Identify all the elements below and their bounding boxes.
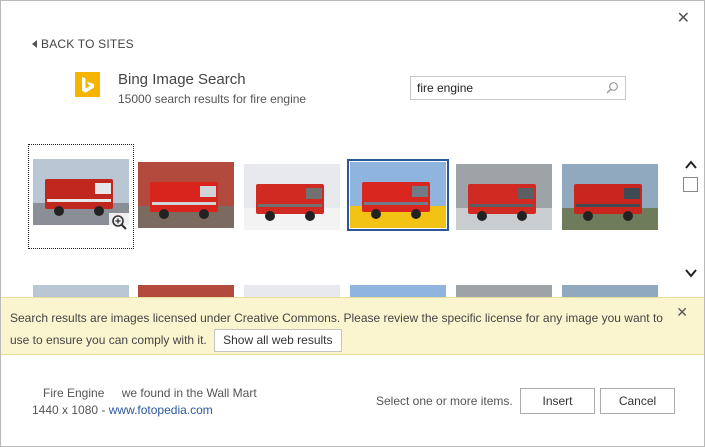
image-dimensions: 1440 x 1080 - [32, 403, 109, 417]
next-results-row [27, 285, 677, 297]
partial-thumbnail[interactable] [33, 285, 129, 297]
insert-button[interactable]: Insert [520, 388, 595, 414]
search-icon[interactable] [605, 81, 619, 95]
thumbnail-image [350, 162, 446, 228]
scroll-up-icon[interactable] [684, 159, 698, 171]
thumbnail-image [138, 162, 234, 228]
partial-thumbnail[interactable] [138, 285, 234, 297]
license-notice-bar: Search results are images licensed under… [1, 297, 704, 355]
show-all-web-results-button[interactable]: Show all web results [214, 329, 342, 353]
close-dialog-icon[interactable]: ✕ [677, 11, 690, 27]
partial-thumbnail[interactable] [244, 285, 340, 297]
result-thumbnail-fire-engine-vintage[interactable] [562, 164, 658, 230]
cancel-button[interactable]: Cancel [600, 388, 675, 414]
thumbnail-image [456, 164, 552, 230]
selection-hint: Select one or more items. [376, 394, 513, 408]
result-thumbnail-fire-engine-scania[interactable] [244, 164, 340, 230]
image-source-link[interactable]: www.fotopedia.com [109, 403, 213, 417]
zoom-magnifier-icon[interactable] [109, 213, 129, 233]
image-name: Fire Engine [43, 386, 105, 400]
page-title: Bing Image Search [118, 71, 246, 88]
result-count: 15000 search results for fire engine [118, 92, 307, 106]
chevron-left-icon [32, 40, 37, 48]
back-to-sites-link[interactable]: BACK TO SITES [32, 37, 134, 51]
thumbnail-image [244, 164, 340, 230]
partial-thumbnail[interactable] [456, 285, 552, 297]
result-thumbnail-fire-engine-yellow-stripe[interactable] [347, 159, 449, 231]
bing-logo-icon [75, 72, 100, 97]
result-thumbnail-fire-engine-red-front[interactable] [138, 162, 234, 228]
thumbnail-image [562, 164, 658, 230]
search-input[interactable] [411, 81, 601, 95]
image-description: we found in the Wall Mart [121, 386, 257, 400]
result-thumbnail-fire-engine-depot[interactable] [456, 164, 552, 230]
bing-b-icon [81, 76, 94, 93]
close-notice-icon[interactable]: ✕ [676, 304, 688, 321]
partial-thumbnail[interactable] [350, 285, 446, 297]
scrollbar-thumb[interactable] [683, 177, 698, 192]
selected-image-info: Fire Engine we found in the Wall Mart 14… [32, 385, 257, 419]
scroll-down-icon[interactable] [684, 267, 698, 279]
license-notice-text: Search results are images licensed under… [10, 307, 670, 353]
back-to-sites-label: BACK TO SITES [41, 37, 134, 51]
insert-pictures-dialog: ✕ BACK TO SITES Bing Image Search 15000 … [0, 0, 705, 447]
partial-thumbnail[interactable] [562, 285, 658, 297]
search-box [410, 76, 626, 100]
